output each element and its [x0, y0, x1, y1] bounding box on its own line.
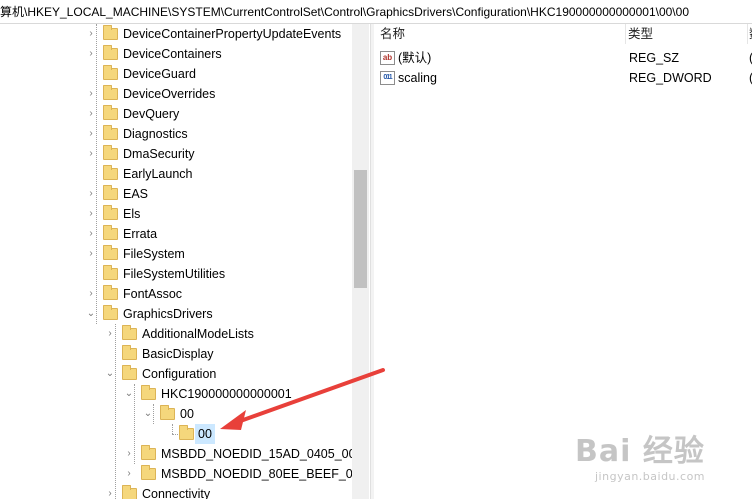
tree-item-label: EAS [123, 187, 149, 201]
tree-item-label: Els [123, 207, 141, 221]
tree-item-label: DmaSecurity [123, 147, 195, 161]
value-row-scaling[interactable]: 011 scaling REG_DWORD ( [380, 68, 752, 88]
tree-item-label: AdditionalModeLists [142, 327, 254, 341]
tree-item-label: HKC190000000000001 [161, 387, 292, 401]
tree-guide-line [96, 24, 97, 324]
tree-item-label: GraphicsDrivers [123, 307, 213, 321]
chevron-down-icon[interactable]: ⌄ [105, 364, 115, 384]
value-name: (默认) [398, 51, 432, 65]
value-type: REG_DWORD [629, 71, 712, 85]
tree-scrollbar-thumb[interactable] [354, 170, 367, 288]
chevron-down-icon[interactable]: ⌄ [86, 304, 96, 324]
column-header-type[interactable]: 类型 [628, 24, 748, 44]
folder-icon [160, 405, 175, 420]
tree-leaf-connector [162, 424, 172, 444]
folder-icon [103, 305, 118, 320]
chevron-right-icon[interactable]: › [86, 184, 96, 204]
folder-icon [103, 105, 118, 120]
folder-icon [103, 185, 118, 200]
tree-item-label: MSBDD_NOEDID_15AD_0405_000 [161, 447, 363, 461]
value-name: scaling [398, 71, 437, 85]
tree-item-label: DeviceGuard [123, 67, 196, 81]
chevron-right-icon[interactable]: › [86, 144, 96, 164]
tree-item-label: DeviceOverrides [123, 87, 216, 101]
folder-icon [122, 485, 137, 499]
folder-icon [122, 365, 137, 380]
tree-item-label: DeviceContainers [123, 47, 222, 61]
chevron-right-icon[interactable]: › [105, 324, 115, 344]
chevron-right-icon[interactable]: › [86, 244, 96, 264]
chevron-right-icon[interactable]: › [86, 124, 96, 144]
tree-guide-line [172, 434, 178, 435]
folder-icon [141, 465, 156, 480]
chevron-down-icon[interactable]: ⌄ [143, 404, 153, 424]
tree-leaf-connector [86, 164, 96, 184]
folder-icon [103, 45, 118, 60]
folder-icon [103, 225, 118, 240]
watermark-url: jingyan.baidu.com [595, 470, 706, 483]
folder-open-icon [179, 425, 194, 440]
tree-guide-line [153, 404, 154, 424]
tree-leaf-connector [86, 64, 96, 84]
tree-item-label: FileSystemUtilities [123, 267, 226, 281]
tree-item-label: 00 [195, 424, 215, 444]
chevron-right-icon[interactable]: › [124, 464, 134, 484]
value-row-default[interactable]: ab (默认) REG_SZ ( [380, 48, 752, 68]
baidu-watermark: Bai 经验 jingyan.baidu.com [575, 426, 745, 496]
folder-icon [103, 85, 118, 100]
folder-icon [141, 385, 156, 400]
chevron-right-icon[interactable]: › [86, 284, 96, 304]
tree-item-label: 00 [180, 407, 194, 421]
tree-guide-line [134, 384, 135, 464]
tree-guide-line [115, 324, 116, 499]
folder-icon [122, 325, 137, 340]
folder-icon [103, 285, 118, 300]
folder-icon [103, 165, 118, 180]
tree-leaf-connector [86, 264, 96, 284]
string-value-icon: ab [380, 51, 395, 65]
chevron-right-icon[interactable]: › [86, 84, 96, 104]
tree-item-label: BasicDisplay [142, 347, 214, 361]
folder-icon [103, 65, 118, 80]
tree-item-label: DevQuery [123, 107, 180, 121]
folder-icon [103, 145, 118, 160]
tree-item-label: Diagnostics [123, 127, 188, 141]
folder-icon [141, 445, 156, 460]
address-bar[interactable]: 算机\HKEY_LOCAL_MACHINE\SYSTEM\CurrentCont… [0, 0, 752, 24]
folder-icon [103, 245, 118, 260]
tree-item-label: Configuration [142, 367, 217, 381]
chevron-down-icon[interactable]: ⌄ [124, 384, 134, 404]
tree-leaf-connector [105, 344, 115, 364]
folder-icon [103, 265, 118, 280]
tree-item-label: Errata [123, 227, 158, 241]
folder-icon [103, 125, 118, 140]
tree-guide-line [172, 424, 173, 434]
chevron-right-icon[interactable]: › [86, 224, 96, 244]
folder-icon [122, 345, 137, 360]
tree-item-label: MSBDD_NOEDID_80EE_BEEF_000 [161, 467, 367, 481]
chevron-right-icon[interactable]: › [105, 484, 115, 499]
chevron-right-icon[interactable]: › [86, 24, 96, 44]
registry-tree[interactable]: › DeviceContainerPropertyUpdateEvents › … [0, 24, 370, 499]
tree-item-label: DeviceContainerPropertyUpdateEvents [123, 27, 342, 41]
address-path: 算机\HKEY_LOCAL_MACHINE\SYSTEM\CurrentCont… [0, 5, 689, 19]
tree-item-label: Connectivity [142, 487, 211, 499]
tree-item-label: EarlyLaunch [123, 167, 193, 181]
chevron-right-icon[interactable]: › [86, 104, 96, 124]
chevron-right-icon[interactable]: › [124, 444, 134, 464]
tree-item-label: FileSystem [123, 247, 185, 261]
binary-value-icon: 011 [380, 71, 395, 85]
value-type: REG_SZ [629, 51, 680, 65]
folder-icon [103, 205, 118, 220]
tree-item-label: FontAssoc [123, 287, 183, 301]
watermark-logo-text: Bai 经验 [575, 434, 705, 469]
folder-icon [103, 25, 118, 40]
chevron-right-icon[interactable]: › [86, 204, 96, 224]
chevron-right-icon[interactable]: › [86, 44, 96, 64]
column-header-name[interactable]: 名称 [380, 24, 626, 44]
